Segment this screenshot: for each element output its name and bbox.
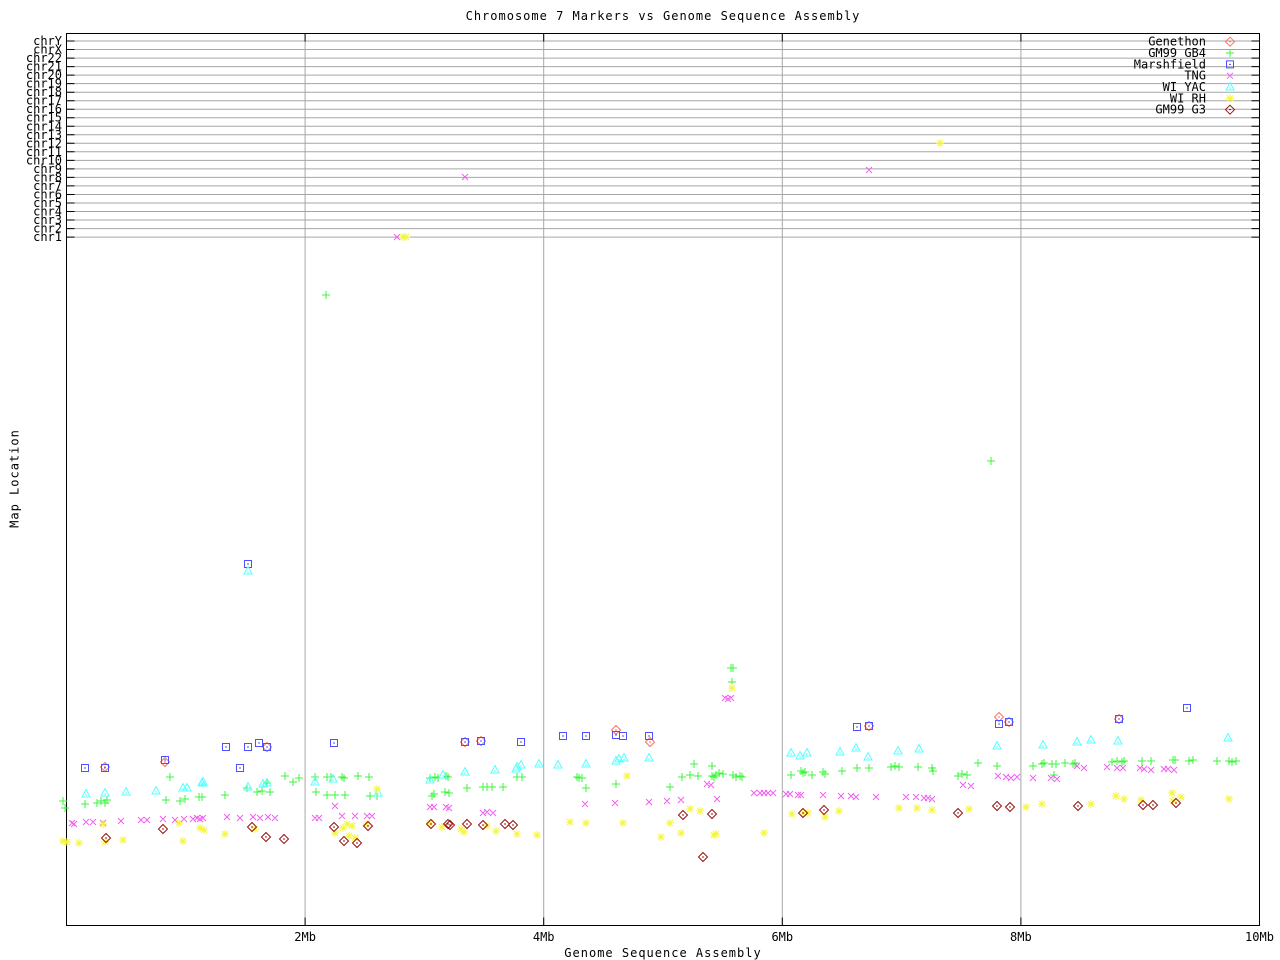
data-points [81, 565, 1233, 798]
legend-marker [1224, 36, 1236, 47]
x-tick-label: 8Mb [1010, 930, 1032, 944]
legend-label: GM99 G3 [1155, 103, 1206, 117]
legend-marker [1226, 94, 1234, 103]
x-tick-label: 6Mb [771, 930, 793, 944]
series-gm99-g3 [100, 797, 1182, 863]
data-points [99, 711, 1125, 773]
y-tick-label: chr1 [33, 230, 62, 244]
legend: GenethonGM99 GB4MarshfieldTNGWI YACWI RH… [1134, 35, 1236, 117]
series-tng [68, 166, 1178, 828]
series-genethon [99, 711, 1125, 773]
data-points [81, 560, 1191, 772]
series-gm99-gb4 [59, 291, 1240, 812]
series-wi-yac [81, 565, 1233, 798]
x-tick-label: 2Mb [294, 930, 316, 944]
chart-canvas: Chromosome 7 Markers vs Genome Sequence … [0, 0, 1280, 960]
plot-area: chrYchrXchr22chr21chr20chr19chr18chr17ch… [26, 33, 1274, 944]
plot-border [66, 33, 1260, 926]
x-tick-label: 4Mb [533, 930, 555, 944]
legend-marker [1226, 49, 1234, 58]
data-points [100, 797, 1182, 863]
data-points [59, 291, 1240, 812]
legend-marker [1226, 72, 1234, 80]
series-marshfield [81, 560, 1191, 772]
data-points [68, 166, 1178, 828]
x-tick-label: 10Mb [1245, 930, 1274, 944]
